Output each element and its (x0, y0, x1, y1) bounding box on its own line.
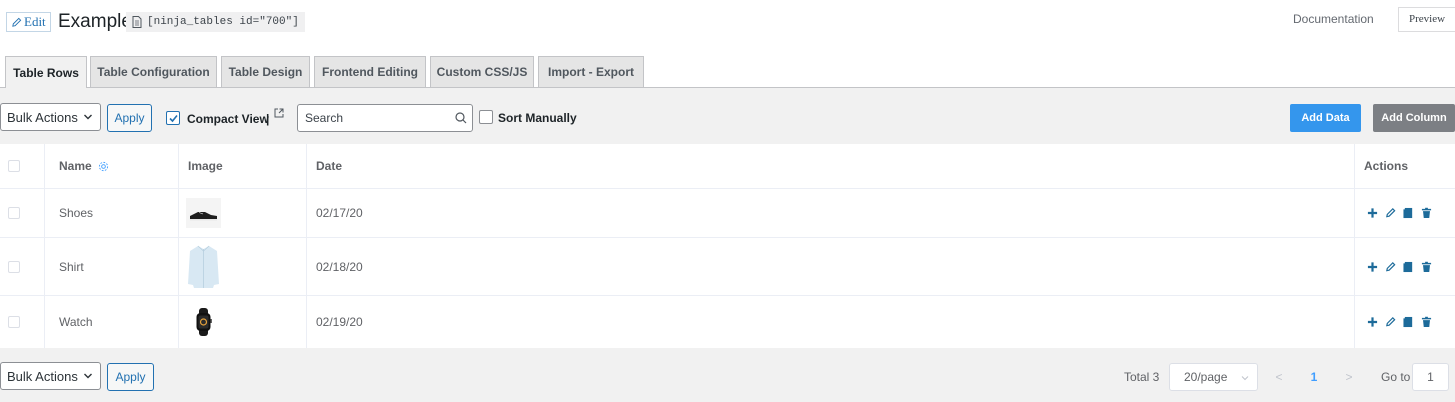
external-link-icon[interactable] (274, 108, 284, 118)
tab-frontend-editing[interactable]: Frontend Editing (314, 56, 426, 87)
pencil-icon[interactable] (1385, 261, 1396, 273)
header-date-cell[interactable]: Date (307, 144, 1355, 188)
bulk-actions-select-bottom[interactable]: Bulk Actions (0, 362, 101, 390)
select-all-checkbox[interactable] (8, 160, 20, 172)
trash-icon[interactable] (1421, 207, 1432, 219)
goto-page-input[interactable]: 1 (1412, 363, 1449, 391)
header-name-cell[interactable]: Name (45, 144, 179, 188)
tab-table-configuration[interactable]: Table Configuration (90, 56, 217, 87)
column-header-image: Image (188, 159, 223, 173)
add-column-button[interactable]: Add Column (1373, 104, 1455, 132)
row-checkbox[interactable] (8, 207, 20, 219)
table-header-row: Name Image Date Actions (0, 144, 1455, 189)
header-image-cell[interactable]: Image (179, 144, 307, 188)
plus-icon[interactable] (1367, 316, 1378, 328)
search-input[interactable] (298, 105, 438, 131)
page-size-value: 20/page (1184, 370, 1228, 384)
search-box[interactable] (297, 104, 473, 132)
apply-button-bottom[interactable]: Apply (107, 363, 154, 391)
chevron-down-icon (84, 373, 92, 379)
apply-button[interactable]: Apply (107, 104, 152, 132)
row-name: Shirt (59, 259, 84, 274)
page-number-current[interactable]: 1 (1291, 370, 1337, 384)
tab-custom-css-js[interactable]: Custom CSS/JS (430, 56, 534, 87)
header-actions-cell: Actions (1355, 144, 1455, 188)
row-name: Shoes (59, 206, 94, 220)
row-actions (1367, 207, 1432, 219)
row-actions (1367, 261, 1432, 273)
tab-table-rows[interactable]: Table Rows (5, 56, 87, 88)
copy-icon[interactable] (1403, 316, 1414, 328)
sort-manually-checkbox[interactable] (479, 110, 493, 124)
shirt-thumbnail (186, 244, 221, 290)
table-toolbar: Bulk Actions Apply Compact View | Sort M… (0, 88, 1455, 144)
total-count: Total 3 (1124, 370, 1160, 384)
gear-icon[interactable] (98, 161, 109, 172)
row-name: Watch (59, 315, 93, 329)
shortcode-badge[interactable]: [ninja_tables id="700"] (126, 12, 305, 32)
edit-label: Edit (24, 14, 46, 29)
page-header: Edit Example [ninja_tables id="700"] Doc… (0, 0, 1455, 46)
compact-view-label[interactable]: Compact View (187, 112, 269, 126)
add-data-button[interactable]: Add Data (1290, 104, 1361, 132)
copy-icon[interactable] (1403, 261, 1414, 273)
table-row: Shoes 02/17/20 (0, 189, 1455, 238)
pencil-icon (12, 17, 22, 27)
chevron-down-icon (1241, 376, 1249, 381)
bulk-actions-value: Bulk Actions (7, 109, 78, 125)
row-checkbox[interactable] (8, 260, 20, 273)
table-row: Watch 02/19/20 (0, 296, 1455, 348)
tab-bar: Table Rows Table Configuration Table Des… (0, 46, 1455, 88)
sort-manually-label[interactable]: Sort Manually (498, 111, 577, 125)
bulk-actions-select[interactable]: Bulk Actions (0, 103, 101, 131)
plus-icon[interactable] (1367, 261, 1378, 273)
plus-icon[interactable] (1367, 207, 1378, 219)
pagination: < 1 > (1267, 363, 1362, 391)
row-checkbox[interactable] (8, 316, 20, 328)
trash-icon[interactable] (1421, 261, 1432, 273)
shirt-icon (188, 245, 219, 288)
data-table: Name Image Date Actions Shoes 02/17/20 S… (0, 144, 1455, 348)
goto-label: Go to (1381, 370, 1411, 384)
preview-button[interactable]: Preview (1398, 7, 1455, 32)
watch-icon (196, 308, 212, 336)
shortcode-text: [ninja_tables id="700"] (147, 16, 299, 28)
table-row: Shirt 02/18/20 (0, 238, 1455, 296)
row-date: 02/17/20 (316, 206, 363, 220)
copy-icon[interactable] (1403, 207, 1414, 219)
document-icon (132, 16, 142, 28)
separator: | (266, 112, 270, 126)
page-size-select[interactable]: 20/page (1169, 363, 1258, 391)
edit-title-link[interactable]: Edit (6, 12, 51, 32)
row-actions (1367, 316, 1432, 328)
search-icon[interactable] (455, 112, 467, 124)
shoe-icon (186, 198, 221, 228)
documentation-link[interactable]: Documentation (1293, 11, 1374, 27)
next-page-button[interactable]: > (1337, 370, 1361, 384)
table-footer: Bulk Actions Apply Total 3 20/page < 1 >… (0, 348, 1455, 402)
watch-thumbnail (186, 307, 221, 337)
tab-table-design[interactable]: Table Design (221, 56, 310, 87)
page-title: Example (58, 11, 132, 32)
pencil-icon[interactable] (1385, 207, 1396, 219)
shoe-thumbnail (186, 198, 221, 228)
row-date: 02/19/20 (316, 315, 363, 329)
column-header-actions: Actions (1364, 159, 1409, 173)
compact-view-checkbox[interactable] (166, 111, 180, 125)
bulk-actions-value: Bulk Actions (7, 368, 78, 384)
trash-icon[interactable] (1421, 316, 1432, 328)
checkmark-icon (169, 114, 178, 123)
column-header-date: Date (316, 159, 343, 173)
row-date: 02/18/20 (316, 259, 363, 274)
prev-page-button[interactable]: < (1267, 370, 1291, 384)
column-header-name: Name (59, 159, 92, 173)
chevron-down-icon (84, 114, 92, 120)
tab-import-export[interactable]: Import - Export (538, 56, 644, 87)
header-select-cell (0, 144, 45, 188)
pencil-icon[interactable] (1385, 316, 1396, 328)
